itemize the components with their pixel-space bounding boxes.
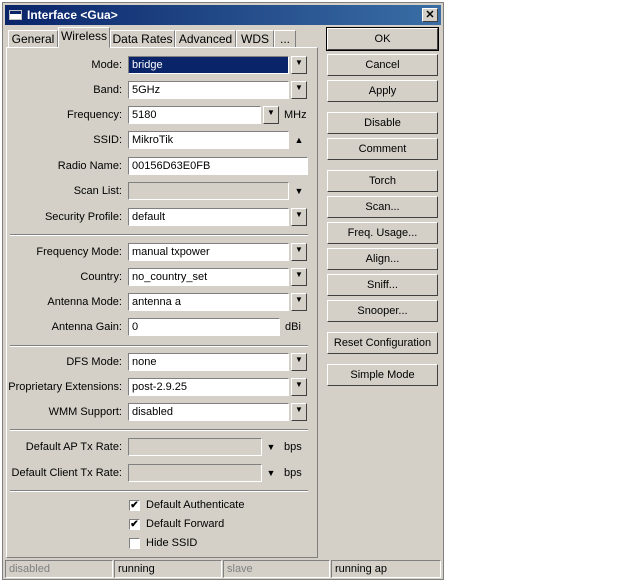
antenna-gain-input[interactable]: 0	[128, 318, 280, 336]
default-ap-tx-rate-input[interactable]	[128, 438, 262, 456]
frequency-select[interactable]: 5180	[128, 106, 261, 124]
frequency-mode-select[interactable]: manual txpower	[128, 243, 289, 261]
country-select[interactable]: no_country_set	[128, 268, 289, 286]
sniff-button[interactable]: Sniff...	[327, 274, 438, 296]
torch-button[interactable]: Torch	[327, 170, 438, 192]
status-running: running	[114, 560, 222, 578]
proprietary-extensions-label: Proprietary Extensions:	[8, 381, 122, 393]
default-authenticate-label: Default Authenticate	[146, 499, 245, 511]
default-client-tx-rate-unit: bps	[284, 467, 302, 479]
freq-usage-button[interactable]: Freq. Usage...	[327, 222, 438, 244]
security-profile-select[interactable]: default	[128, 208, 289, 226]
frequency-dropdown-icon[interactable]: ▼	[263, 106, 279, 124]
separator	[10, 490, 308, 492]
scan-list-dropdown-icon[interactable]: ▼	[292, 182, 306, 200]
band-select[interactable]: 5GHz	[128, 81, 289, 99]
tab-advanced[interactable]: Advanced	[175, 30, 236, 48]
band-label: Band:	[93, 84, 122, 96]
dfs-mode-label: DFS Mode:	[66, 356, 122, 368]
antenna-gain-label: Antenna Gain:	[51, 321, 122, 333]
mode-dropdown-icon[interactable]: ▼	[291, 56, 307, 74]
tab-wireless[interactable]: Wireless	[58, 27, 110, 48]
default-client-tx-rate-label: Default Client Tx Rate:	[11, 467, 122, 479]
default-ap-tx-rate-label: Default AP Tx Rate:	[25, 441, 122, 453]
status-running-ap: running ap	[331, 560, 441, 578]
tab-data-rates[interactable]: Data Rates	[110, 30, 175, 48]
antenna-mode-dropdown-icon[interactable]: ▼	[291, 293, 307, 311]
status-slave: slave	[223, 560, 330, 578]
country-dropdown-icon[interactable]: ▼	[291, 268, 307, 286]
frequency-unit: MHz	[284, 109, 307, 121]
ssid-label: SSID:	[93, 134, 122, 146]
ssid-expand-up-icon[interactable]: ▲	[292, 131, 306, 149]
tab-general[interactable]: General	[8, 30, 58, 48]
tab-more[interactable]: ...	[274, 30, 296, 48]
antenna-gain-unit: dBi	[285, 321, 301, 333]
default-ap-tx-rate-dropdown-icon[interactable]: ▼	[264, 438, 278, 456]
wmm-support-select[interactable]: disabled	[128, 403, 289, 421]
frequency-mode-label: Frequency Mode:	[36, 246, 122, 258]
cancel-button[interactable]: Cancel	[327, 54, 438, 76]
disable-button[interactable]: Disable	[327, 112, 438, 134]
wmm-support-label: WMM Support:	[48, 406, 122, 418]
window-icon	[9, 10, 22, 20]
frequency-mode-dropdown-icon[interactable]: ▼	[291, 243, 307, 261]
reset-configuration-button[interactable]: Reset Configuration	[327, 332, 438, 354]
dfs-mode-dropdown-icon[interactable]: ▼	[291, 353, 307, 371]
scan-list-label: Scan List:	[73, 185, 122, 197]
tab-wds[interactable]: WDS	[236, 30, 274, 48]
security-profile-dropdown-icon[interactable]: ▼	[291, 208, 307, 226]
radio-name-label: Radio Name:	[57, 160, 122, 172]
separator	[10, 345, 308, 347]
mode-label: Mode:	[91, 59, 122, 71]
default-authenticate-checkbox[interactable]: ✔	[129, 500, 140, 511]
separator	[10, 429, 308, 431]
scan-list-input[interactable]	[128, 182, 289, 200]
ok-button[interactable]: OK	[326, 27, 439, 51]
scan-button[interactable]: Scan...	[327, 196, 438, 218]
window-title: Interface <Gua>	[27, 8, 118, 22]
close-button[interactable]: ✕	[422, 8, 438, 22]
default-ap-tx-rate-unit: bps	[284, 441, 302, 453]
default-client-tx-rate-input[interactable]	[128, 464, 262, 482]
antenna-mode-select[interactable]: antenna a	[128, 293, 289, 311]
default-client-tx-rate-dropdown-icon[interactable]: ▼	[264, 464, 278, 482]
proprietary-extensions-select[interactable]: post-2.9.25	[128, 378, 289, 396]
mode-select[interactable]: bridge	[128, 56, 289, 74]
country-label: Country:	[80, 271, 122, 283]
hide-ssid-checkbox[interactable]	[129, 538, 140, 549]
snooper-button[interactable]: Snooper...	[327, 300, 438, 322]
default-forward-label: Default Forward	[146, 518, 225, 530]
status-disabled: disabled	[5, 560, 113, 578]
title-bar[interactable]: Interface <Gua> ✕	[5, 5, 441, 25]
hide-ssid-label: Hide SSID	[146, 537, 198, 549]
frequency-label: Frequency:	[66, 109, 122, 121]
antenna-mode-label: Antenna Mode:	[47, 296, 122, 308]
align-button[interactable]: Align...	[327, 248, 438, 270]
comment-button[interactable]: Comment	[327, 138, 438, 160]
radio-name-input[interactable]: 00156D63E0FB	[128, 157, 308, 175]
dfs-mode-select[interactable]: none	[128, 353, 289, 371]
default-forward-checkbox[interactable]: ✔	[129, 519, 140, 530]
band-dropdown-icon[interactable]: ▼	[291, 81, 307, 99]
apply-button[interactable]: Apply	[327, 80, 438, 102]
separator	[10, 234, 308, 236]
simple-mode-button[interactable]: Simple Mode	[327, 364, 438, 386]
proprietary-extensions-dropdown-icon[interactable]: ▼	[291, 378, 307, 396]
wmm-support-dropdown-icon[interactable]: ▼	[291, 403, 307, 421]
security-profile-label: Security Profile:	[44, 211, 122, 223]
ssid-input[interactable]: MikroTik	[128, 131, 289, 149]
